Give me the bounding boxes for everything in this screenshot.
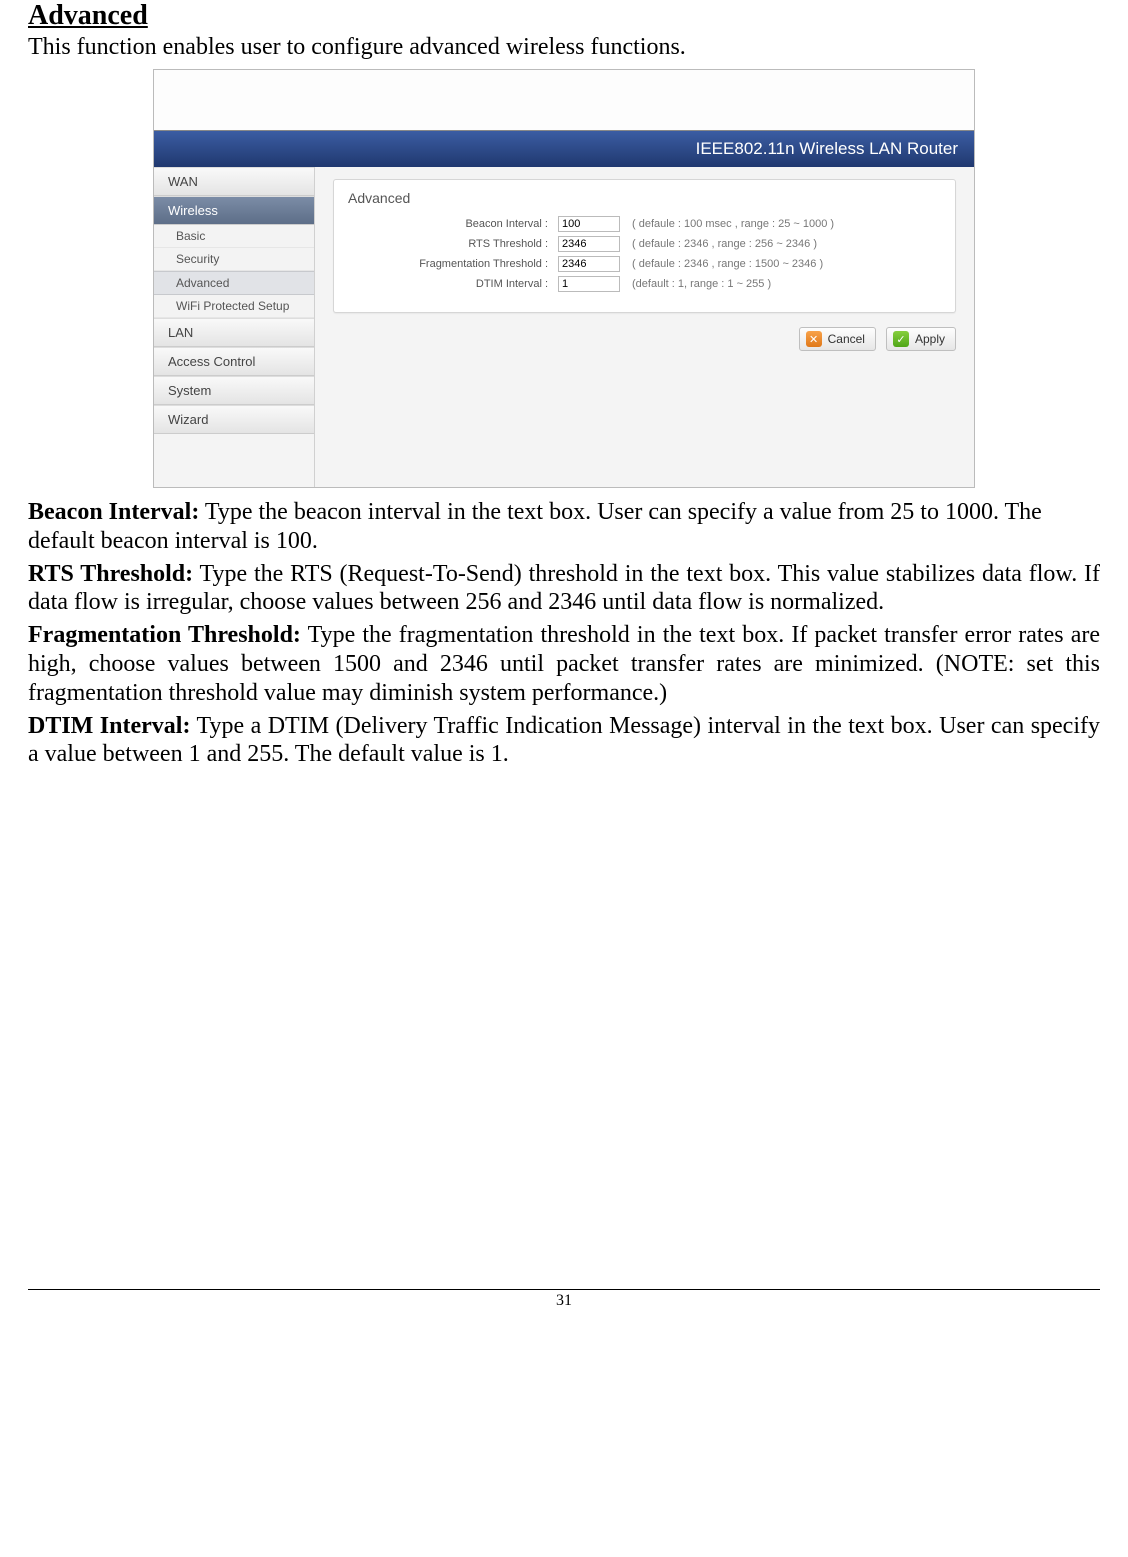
nav-access-control[interactable]: Access Control: [154, 347, 314, 376]
nav-basic[interactable]: Basic: [154, 225, 314, 248]
router-screenshot: IEEE802.11n Wireless LAN Router WAN Wire…: [153, 69, 975, 488]
desc-beacon-head: Beacon Interval:: [28, 499, 199, 525]
page-number: 31: [28, 1292, 1100, 1310]
hint-beacon: ( defaule : 100 msec , range : 25 ~ 1000…: [632, 218, 834, 230]
hint-frag: ( defaule : 2346 , range : 1500 ~ 2346 ): [632, 258, 823, 270]
apply-button[interactable]: ✓ Apply: [886, 327, 956, 351]
apply-label: Apply: [915, 332, 945, 346]
row-beacon: Beacon Interval : ( defaule : 100 msec ,…: [348, 216, 941, 232]
sidebar: WAN Wireless Basic Security Advanced WiF…: [154, 167, 315, 487]
intro-text: This function enables user to configure …: [28, 34, 1100, 61]
desc-frag-head: Fragmentation Threshold:: [28, 622, 301, 648]
nav-security[interactable]: Security: [154, 248, 314, 271]
input-rts[interactable]: [558, 236, 620, 252]
row-dtim: DTIM Interval : (default : 1, range : 1 …: [348, 276, 941, 292]
label-dtim: DTIM Interval :: [348, 278, 558, 290]
cancel-label: Cancel: [828, 332, 865, 346]
footer-rule: [28, 1289, 1100, 1290]
input-frag[interactable]: [558, 256, 620, 272]
content-area: Advanced Beacon Interval : ( defaule : 1…: [315, 167, 974, 487]
cancel-icon: ✕: [806, 331, 822, 347]
label-frag: Fragmentation Threshold :: [348, 258, 558, 270]
nav-wps[interactable]: WiFi Protected Setup: [154, 295, 314, 318]
cancel-button[interactable]: ✕ Cancel: [799, 327, 876, 351]
button-row: ✕ Cancel ✓ Apply: [333, 327, 956, 351]
logo-area: [154, 70, 974, 130]
row-rts: RTS Threshold : ( defaule : 2346 , range…: [348, 236, 941, 252]
input-dtim[interactable]: [558, 276, 620, 292]
row-frag: Fragmentation Threshold : ( defaule : 23…: [348, 256, 941, 272]
brand-bar: IEEE802.11n Wireless LAN Router: [154, 130, 974, 167]
description-block: Beacon Interval: Type the beacon interva…: [28, 498, 1100, 769]
hint-dtim: (default : 1, range : 1 ~ 255 ): [632, 278, 771, 290]
advanced-panel: Advanced Beacon Interval : ( defaule : 1…: [333, 179, 956, 313]
label-rts: RTS Threshold :: [348, 238, 558, 250]
nav-wizard[interactable]: Wizard: [154, 405, 314, 434]
desc-dtim-head: DTIM Interval:: [28, 713, 190, 739]
hint-rts: ( defaule : 2346 , range : 256 ~ 2346 ): [632, 238, 817, 250]
nav-wireless[interactable]: Wireless: [154, 196, 314, 225]
desc-rts-head: RTS Threshold:: [28, 561, 193, 587]
panel-title: Advanced: [348, 190, 941, 206]
input-beacon[interactable]: [558, 216, 620, 232]
section-heading: Advanced: [28, 0, 1100, 32]
nav-system[interactable]: System: [154, 376, 314, 405]
nav-advanced[interactable]: Advanced: [154, 271, 314, 295]
label-beacon: Beacon Interval :: [348, 218, 558, 230]
nav-lan[interactable]: LAN: [154, 318, 314, 347]
apply-icon: ✓: [893, 331, 909, 347]
nav-wan[interactable]: WAN: [154, 167, 314, 196]
router-main: WAN Wireless Basic Security Advanced WiF…: [154, 167, 974, 487]
